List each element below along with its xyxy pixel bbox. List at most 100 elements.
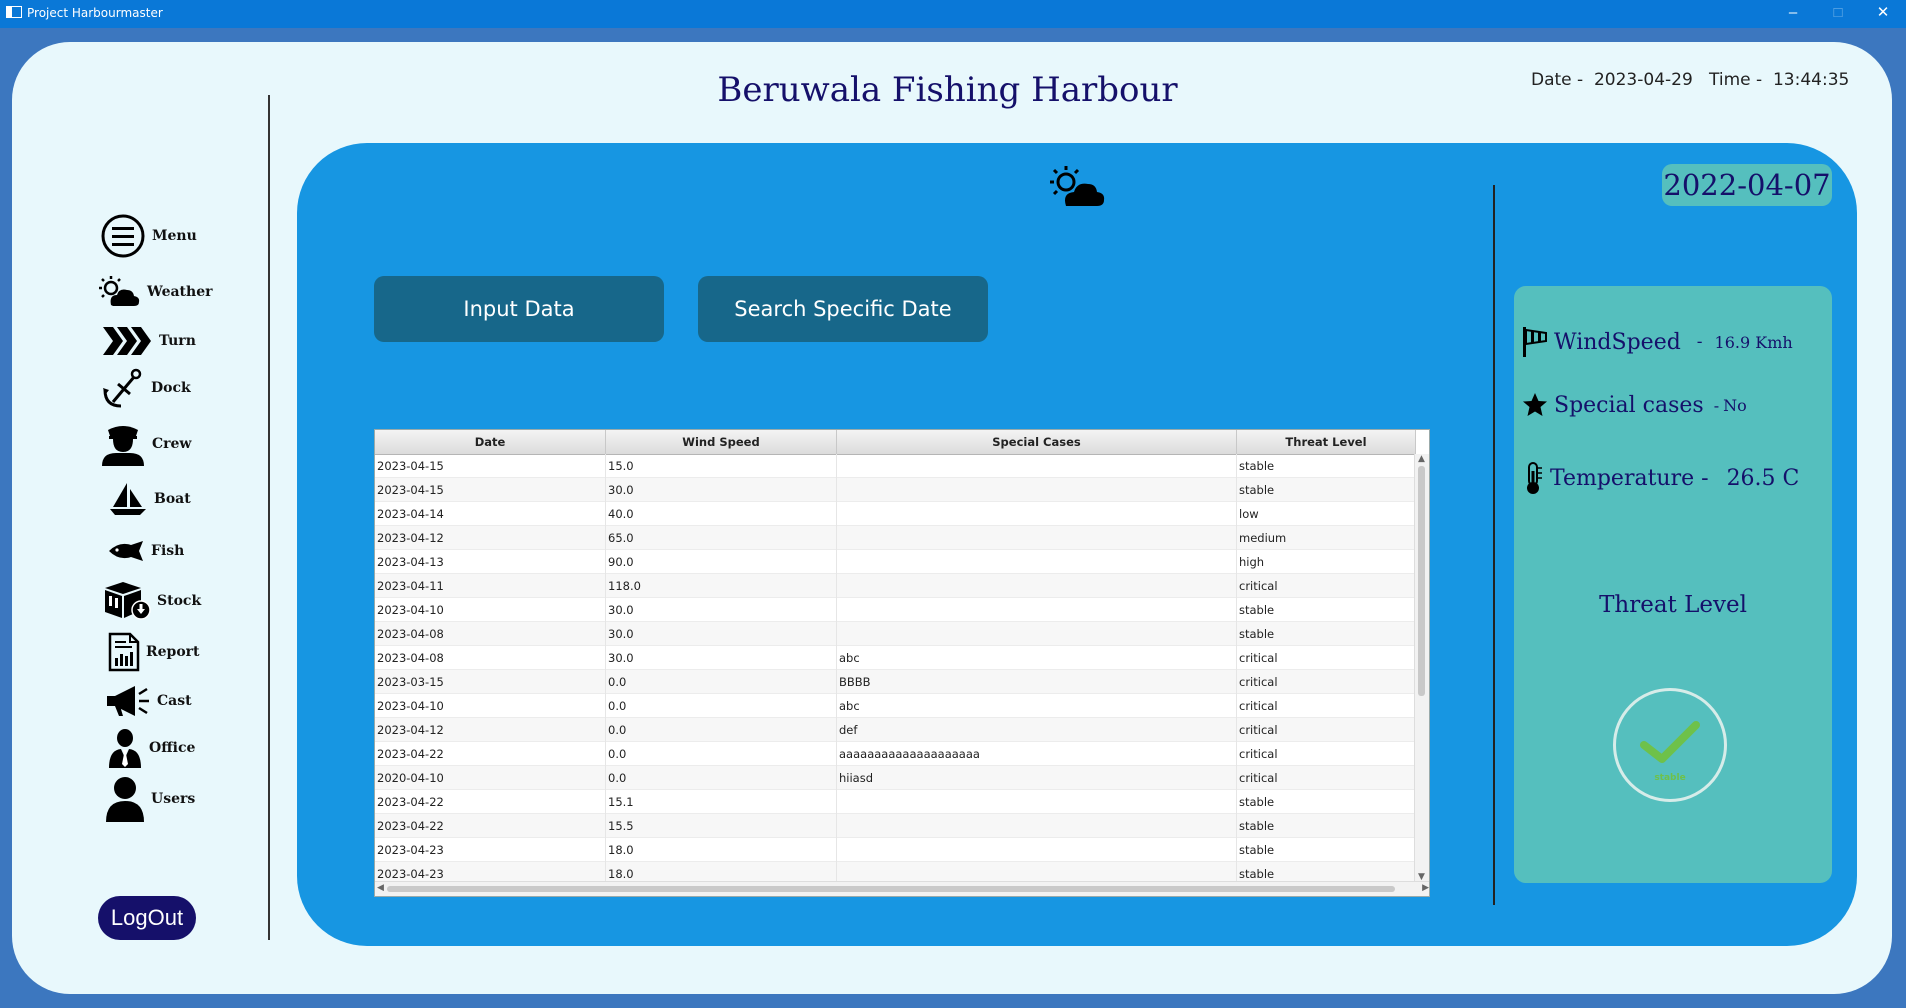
window-title: Project Harbourmaster — [27, 6, 163, 20]
table-cell: 0.0 — [606, 718, 837, 742]
captain-icon — [102, 426, 144, 466]
sun-cloud-icon — [1050, 166, 1105, 206]
scroll-up-icon[interactable]: ▲ — [1418, 454, 1425, 464]
table-cell: 30.0 — [606, 646, 837, 670]
table-row[interactable]: 2023-03-15 0.0 BBBB critical — [375, 670, 1416, 694]
sidebar-item-label: Cast — [157, 693, 192, 709]
date-value: 2023-04-29 — [1593, 70, 1693, 90]
search-date-button[interactable]: Search Specific Date — [698, 276, 988, 342]
column-header-date[interactable]: Date — [375, 430, 606, 454]
table-cell — [837, 862, 1237, 882]
sidebar-item-report[interactable]: Report — [108, 632, 200, 672]
table-row[interactable]: 2023-04-22 15.1 stable — [375, 790, 1416, 814]
table-row[interactable]: 2023-04-10 30.0 stable — [375, 598, 1416, 622]
table-row[interactable]: 2020-04-10 0.0 hiiasd critical — [375, 766, 1416, 790]
table-row[interactable]: 2023-04-12 65.0 medium — [375, 526, 1416, 550]
table-cell — [837, 526, 1237, 550]
table-cell: critical — [1237, 718, 1416, 742]
sidebar-item-dock[interactable]: Dock — [103, 368, 191, 408]
logout-button[interactable]: LogOut — [98, 896, 196, 940]
column-header-wind-speed[interactable]: Wind Speed — [606, 430, 837, 454]
input-data-button[interactable]: Input Data — [374, 276, 664, 342]
sidebar-item-turn[interactable]: Turn — [103, 324, 196, 358]
scroll-right-icon[interactable]: ▶ — [1422, 883, 1429, 893]
column-header-special-cases[interactable]: Special Cases — [837, 430, 1237, 454]
table-cell: critical — [1237, 742, 1416, 766]
table-row[interactable]: 2023-04-22 15.5 stable — [375, 814, 1416, 838]
megaphone-icon — [107, 686, 149, 716]
table-cell: 2023-04-23 — [375, 838, 606, 862]
table-cell: 30.0 — [606, 598, 837, 622]
date-label: Date - — [1531, 70, 1584, 90]
sidebar-item-menu[interactable]: Menu — [100, 213, 197, 259]
table-cell — [837, 814, 1237, 838]
fish-icon — [109, 541, 143, 561]
sidebar-item-label: Dock — [151, 380, 191, 396]
sidebar-item-cast[interactable]: Cast — [105, 684, 192, 718]
table-cell — [837, 838, 1237, 862]
time-value: 13:44:35 — [1772, 70, 1850, 90]
table-cell: critical — [1237, 670, 1416, 694]
table-row[interactable]: 2023-04-11 118.0 critical — [375, 574, 1416, 598]
table-cell: critical — [1237, 766, 1416, 790]
table-row[interactable]: 2023-04-08 30.0 abc critical — [375, 646, 1416, 670]
table-cell: 2023-04-15 — [375, 478, 606, 502]
table-cell: aaaaaaaaaaaaaaaaaaaa — [837, 742, 1237, 766]
sidebar-item-label: Boat — [154, 491, 191, 507]
table-cell: high — [1237, 550, 1416, 574]
table-cell: 2020-04-10 — [375, 766, 606, 790]
weather-records-table[interactable]: Date Wind Speed Special Cases Threat Lev… — [374, 429, 1430, 897]
table-cell — [837, 478, 1237, 502]
special-cases-value: No — [1723, 395, 1747, 415]
table-cell: stable — [1237, 598, 1416, 622]
close-button[interactable]: ✕ — [1868, 3, 1898, 23]
table-cell: stable — [1237, 622, 1416, 646]
sidebar-item-stock[interactable]: Stock — [103, 582, 201, 620]
horizontal-scroll-thumb[interactable] — [387, 886, 1395, 892]
vertical-scrollbar[interactable]: ▲ ▼ — [1414, 454, 1429, 882]
wind-speed-separator: - — [1696, 332, 1703, 352]
sidebar-item-label: Users — [151, 791, 196, 807]
table-row[interactable]: 2023-04-12 0.0 def critical — [375, 718, 1416, 742]
sidebar-item-office[interactable]: Office — [107, 728, 195, 768]
minimize-button[interactable]: – — [1778, 3, 1808, 23]
table-row[interactable]: 2023-04-15 30.0 stable — [375, 478, 1416, 502]
page-title: Beruwala Fishing Harbour — [717, 70, 1178, 110]
special-cases-label: Special cases — [1554, 392, 1704, 418]
table-row[interactable]: 2023-04-22 0.0 aaaaaaaaaaaaaaaaaaaa critica… — [375, 742, 1416, 766]
maximize-button[interactable]: □ — [1823, 3, 1853, 23]
sidebar-item-weather[interactable]: Weather — [97, 275, 213, 309]
table-body: 2023-04-15 15.0 stable 2023-04-15 30.0 stable… — [375, 454, 1416, 882]
table-cell — [837, 790, 1237, 814]
table-row[interactable]: 2023-04-23 18.0 stable — [375, 838, 1416, 862]
table-cell: 0.0 — [606, 742, 837, 766]
sidebar-item-label: Weather — [147, 284, 213, 300]
table-header: Date Wind Speed Special Cases Threat Lev… — [375, 430, 1416, 455]
horizontal-scrollbar[interactable]: ◀ ▶ — [375, 881, 1429, 896]
sidebar-item-crew[interactable]: Crew — [100, 422, 191, 466]
sailboat-icon — [110, 483, 146, 515]
table-row[interactable]: 2023-04-23 18.0 stable — [375, 862, 1416, 882]
table-row[interactable]: 2023-04-14 40.0 low — [375, 502, 1416, 526]
panel-divider — [1493, 185, 1495, 905]
scroll-left-icon[interactable]: ◀ — [377, 883, 384, 893]
table-row[interactable]: 2023-04-15 15.0 stable — [375, 454, 1416, 478]
sidebar-item-fish[interactable]: Fish — [107, 540, 184, 562]
table-cell: stable — [1237, 478, 1416, 502]
table-cell: abc — [837, 646, 1237, 670]
table-row[interactable]: 2023-04-13 90.0 high — [375, 550, 1416, 574]
table-cell: stable — [1237, 814, 1416, 838]
checkmark-icon — [1640, 721, 1700, 763]
sidebar-item-users[interactable]: Users — [105, 776, 195, 822]
table-cell — [837, 550, 1237, 574]
column-header-threat-level[interactable]: Threat Level — [1237, 430, 1416, 454]
table-cell: 2023-04-08 — [375, 622, 606, 646]
table-row[interactable]: 2023-04-08 30.0 stable — [375, 622, 1416, 646]
sidebar-item-label: Stock — [157, 593, 202, 609]
sidebar-item-label: Menu — [152, 228, 197, 244]
sidebar-item-boat[interactable]: Boat — [108, 481, 191, 517]
table-row[interactable]: 2023-04-10 0.0 abc critical — [375, 694, 1416, 718]
sidebar-item-label: Turn — [159, 333, 196, 349]
vertical-scroll-thumb[interactable] — [1418, 466, 1425, 696]
table-cell: 2023-04-12 — [375, 718, 606, 742]
